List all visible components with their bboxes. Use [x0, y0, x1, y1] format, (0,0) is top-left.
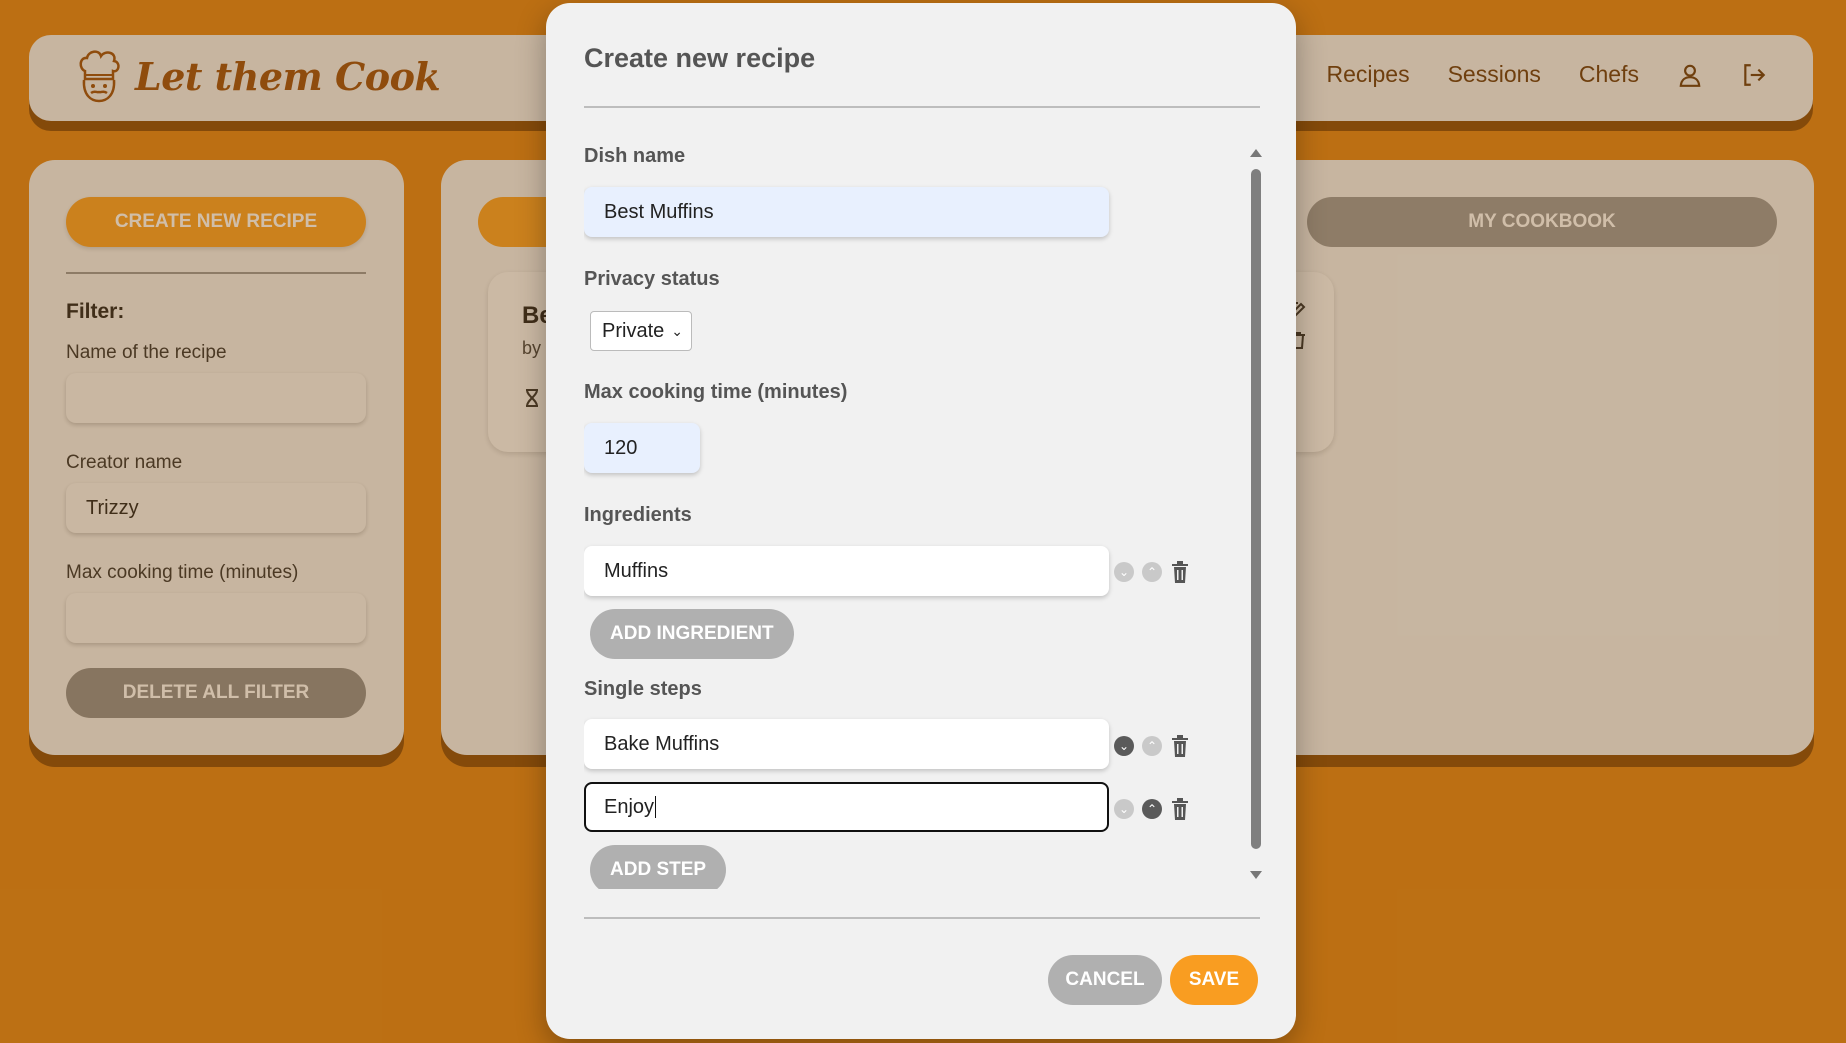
- step-input-2-value: Enjoy: [604, 796, 655, 818]
- max-cooking-time-label: Max cooking time (minutes): [584, 381, 848, 403]
- scroll-thumb[interactable]: [1251, 169, 1261, 849]
- scroll-up-arrow[interactable]: [1250, 149, 1262, 157]
- add-ingredient-button[interactable]: ADD INGREDIENT: [590, 609, 794, 659]
- privacy-status-label: Privacy status: [584, 268, 720, 290]
- modal-title: Create new recipe: [584, 43, 816, 73]
- scroll-down-arrow[interactable]: [1250, 871, 1262, 879]
- cancel-button[interactable]: CANCEL: [1048, 955, 1162, 1005]
- save-button[interactable]: SAVE: [1170, 955, 1258, 1005]
- move-down-icon[interactable]: ⌄: [1114, 799, 1134, 819]
- delete-step-icon[interactable]: [1170, 798, 1190, 820]
- chevron-down-icon: ⌄: [671, 323, 683, 339]
- move-up-icon[interactable]: ⌃: [1142, 562, 1162, 582]
- step-input-1[interactable]: Bake Muffins: [584, 719, 1109, 769]
- add-step-button[interactable]: ADD STEP: [590, 845, 727, 889]
- ingredients-label: Ingredients: [584, 504, 692, 526]
- privacy-status-select[interactable]: Private ⌄: [590, 311, 692, 351]
- create-recipe-modal: Create new recipe Dish name Best Muffins…: [546, 3, 1296, 1039]
- move-down-icon[interactable]: ⌄: [1114, 736, 1134, 756]
- dish-name-label: Dish name: [584, 145, 686, 167]
- modal-body: Dish name Best Muffins Privacy status Pr…: [584, 141, 1260, 889]
- move-up-icon[interactable]: ⌃: [1142, 799, 1162, 819]
- step-input-2[interactable]: Enjoy: [584, 782, 1109, 832]
- step-2-row-actions: ⌄ ⌃: [1114, 798, 1190, 820]
- move-up-icon[interactable]: ⌃: [1142, 736, 1162, 756]
- modal-scrollbar[interactable]: [1246, 141, 1266, 891]
- step-1-row-actions: ⌄ ⌃: [1114, 735, 1190, 757]
- delete-ingredient-icon[interactable]: [1170, 561, 1190, 583]
- single-steps-label: Single steps: [584, 678, 702, 700]
- modal-top-divider: [584, 106, 1260, 108]
- ingredient-row-actions: ⌄ ⌃: [1114, 561, 1190, 583]
- max-cooking-time-input[interactable]: 120: [584, 423, 700, 473]
- delete-step-icon[interactable]: [1170, 735, 1190, 757]
- ingredient-input[interactable]: Muffins: [584, 546, 1109, 596]
- move-down-icon[interactable]: ⌄: [1114, 562, 1134, 582]
- dish-name-input[interactable]: Best Muffins: [584, 187, 1109, 237]
- modal-bottom-divider: [584, 917, 1260, 919]
- privacy-status-value: Private: [602, 320, 665, 342]
